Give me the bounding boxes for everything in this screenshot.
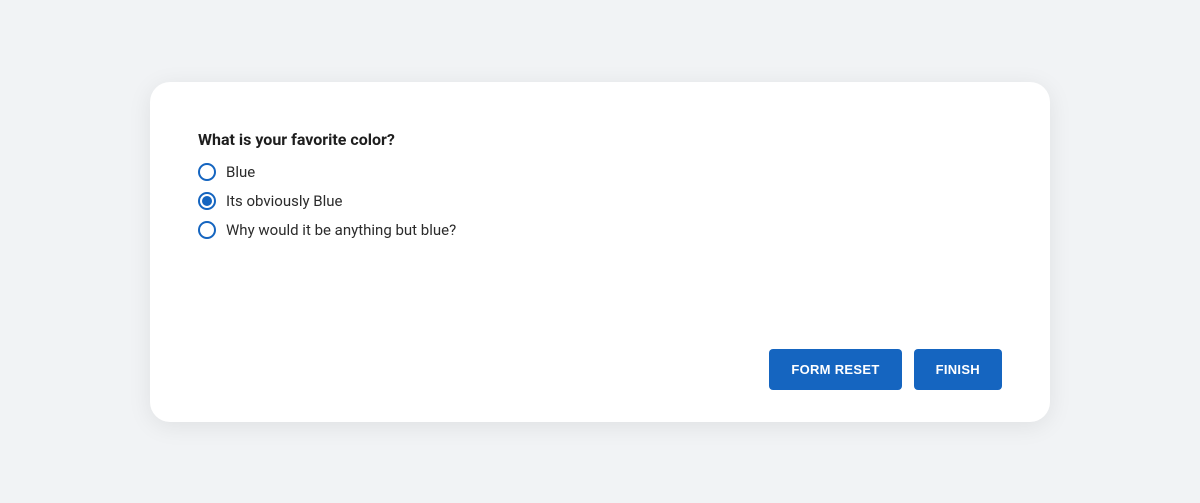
radio-option-2[interactable]: Why would it be anything but blue? xyxy=(198,221,1002,239)
radio-icon xyxy=(198,192,216,210)
options-group: Blue Its obviously Blue Why would it be … xyxy=(198,163,1002,239)
radio-option-0[interactable]: Blue xyxy=(198,163,1002,181)
radio-icon xyxy=(198,221,216,239)
radio-icon xyxy=(198,163,216,181)
radio-label: Why would it be anything but blue? xyxy=(226,221,456,239)
radio-label: Its obviously Blue xyxy=(226,192,343,210)
form-reset-button[interactable]: FORM RESET xyxy=(769,349,901,390)
radio-label: Blue xyxy=(226,163,255,181)
finish-button[interactable]: FINISH xyxy=(914,349,1002,390)
button-row: FORM RESET FINISH xyxy=(769,349,1002,390)
question-text: What is your favorite color? xyxy=(198,130,1002,149)
radio-option-1[interactable]: Its obviously Blue xyxy=(198,192,1002,210)
form-card: What is your favorite color? Blue Its ob… xyxy=(150,82,1050,422)
